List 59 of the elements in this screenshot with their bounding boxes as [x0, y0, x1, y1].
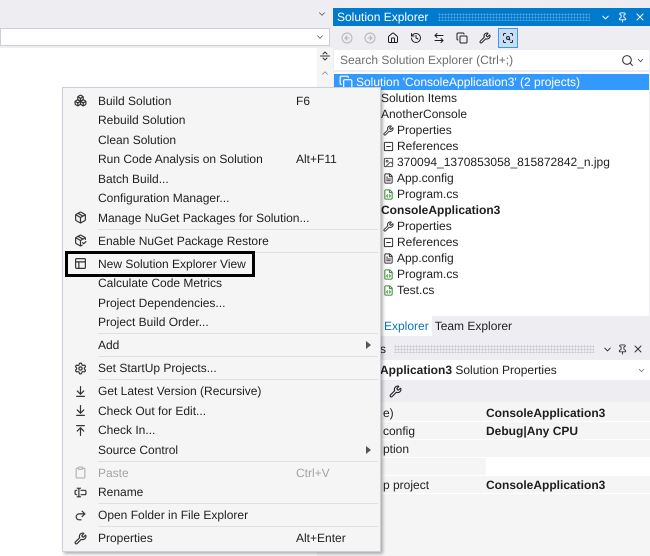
image-file-icon — [383, 156, 394, 168]
menu-item[interactable]: Rename — [63, 482, 380, 502]
search-field[interactable]: Search Solution Explorer (Ctrl+;) — [334, 50, 649, 70]
home-icon[interactable] — [387, 32, 399, 44]
rename-icon — [74, 486, 87, 499]
preview-icon[interactable] — [502, 32, 514, 44]
copy-icon[interactable] — [456, 32, 468, 44]
menu-item[interactable]: Get Latest Version (Recursive) — [63, 382, 380, 401]
download-icon — [74, 384, 87, 398]
property-name: ption — [382, 440, 410, 457]
file-icon — [383, 252, 394, 264]
sync-icon[interactable] — [433, 32, 445, 44]
property-value: ConsoleApplication3 — [486, 404, 606, 421]
gear-icon — [74, 362, 87, 375]
wrench-icon — [383, 124, 394, 136]
file-icon — [383, 172, 394, 184]
curved-arrow-icon — [74, 508, 87, 522]
package-icon — [74, 211, 87, 224]
download-icon — [74, 404, 87, 418]
code-file-icon — [383, 284, 394, 296]
menu-item[interactable]: Check Out for Edit... — [63, 401, 380, 420]
panel-tab[interactable]: Team Explorer — [432, 316, 516, 336]
panel-title: Solution Explorer — [337, 10, 428, 24]
code-file-icon — [383, 268, 394, 280]
upload-icon — [74, 424, 87, 437]
property-name: config — [382, 422, 416, 439]
code-file-icon — [383, 188, 394, 200]
history-icon[interactable] — [410, 32, 422, 44]
split-icon[interactable] — [319, 50, 331, 62]
property-value: ConsoleApplication3 — [486, 476, 606, 493]
reference-icon — [383, 140, 394, 152]
menu-item[interactable]: Check In... — [63, 420, 380, 440]
menu-item[interactable]: Build Solution F6 — [63, 91, 380, 110]
title-bar-grip[interactable] — [394, 345, 594, 353]
wrench-icon — [383, 220, 394, 232]
title-bar-grip[interactable] — [438, 13, 590, 21]
close-icon[interactable] — [632, 343, 644, 355]
menu-item[interactable]: Project Build Order... — [63, 312, 380, 332]
wrench-icon[interactable] — [479, 32, 491, 44]
panel-tab[interactable]: Explorer — [381, 316, 432, 336]
menu-item[interactable]: Source Control — [63, 440, 380, 460]
toolbar-button[interactable] — [498, 28, 518, 48]
wrench-icon[interactable] — [389, 384, 402, 398]
search-input[interactable]: Search Solution Explorer (Ctrl+;) — [338, 52, 619, 68]
wrench-icon — [74, 532, 87, 545]
clipboard-icon — [74, 466, 87, 480]
dropdown-field[interactable] — [0, 28, 330, 46]
menu-item[interactable]: Add — [63, 336, 380, 355]
menu-item[interactable]: Open Folder in File Explorer — [63, 506, 380, 525]
menu-item[interactable]: Properties Alt+Enter — [63, 528, 380, 548]
property-value: Debug|Any CPU — [486, 422, 580, 439]
reference-icon — [383, 236, 394, 248]
pin-icon[interactable] — [617, 344, 628, 354]
search-icon[interactable] — [621, 54, 634, 66]
package-icon — [74, 234, 87, 248]
window-icon — [74, 257, 87, 270]
property-name: e) — [382, 404, 395, 421]
property-name: p project — [382, 476, 430, 493]
bricks-icon — [74, 94, 87, 108]
